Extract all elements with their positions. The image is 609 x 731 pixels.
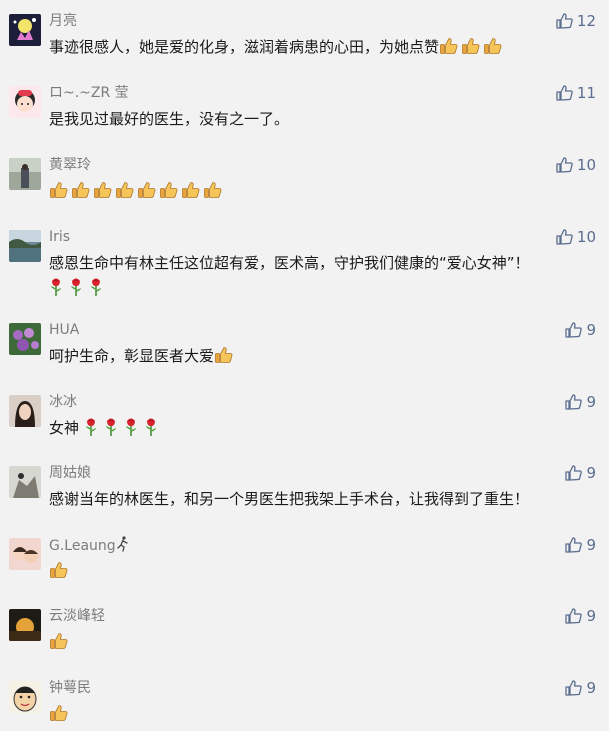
comment-text: 感恩生命中有林主任这位超有爱，医术高，守护我们健康的“爱心女神”！	[49, 251, 594, 305]
emoji-row	[49, 633, 71, 651]
like-button[interactable]: 11	[555, 84, 596, 102]
emoji-row	[49, 705, 71, 723]
avatar[interactable]	[9, 86, 41, 118]
commenter-name[interactable]: 云淡峰轻	[49, 607, 105, 625]
thumbs-up-emoji-icon	[49, 703, 69, 731]
like-button[interactable]: 9	[564, 464, 596, 482]
thumbs-up-icon	[556, 13, 573, 29]
like-count: 10	[576, 156, 596, 174]
like-button[interactable]: 9	[564, 679, 596, 697]
thumbs-up-emoji-icon	[71, 180, 91, 208]
commenter-name[interactable]: 钟萼民	[49, 679, 91, 697]
rose-emoji-icon	[84, 417, 98, 445]
comment-text	[49, 702, 594, 731]
emoji-row	[214, 347, 236, 365]
avatar[interactable]	[9, 609, 41, 641]
like-count: 9	[586, 321, 596, 339]
emoji-row	[84, 418, 164, 437]
like-count: 12	[576, 12, 596, 30]
avatar[interactable]	[9, 230, 41, 262]
comment-text-content: 女神	[49, 419, 80, 437]
like-button[interactable]: 9	[564, 607, 596, 625]
comment-text: 感谢当年的林医生，和另一个男医生把我架上手术台，让我得到了重生！	[49, 487, 594, 512]
avatar[interactable]	[9, 323, 41, 355]
thumbs-up-icon	[556, 157, 573, 173]
like-count: 9	[586, 679, 596, 697]
like-count: 9	[586, 393, 596, 411]
comment-text: 女神	[49, 416, 594, 445]
comment-text-content: 感谢当年的林医生，和另一个男医生把我架上手术台，让我得到了重生！	[49, 490, 530, 508]
thumbs-up-emoji-icon	[483, 36, 503, 64]
like-count: 9	[586, 607, 596, 625]
comment-text: 事迹很感人，她是爱的化身，滋润着病患的心田，为她点赞	[49, 35, 594, 64]
like-button[interactable]: 10	[555, 156, 596, 174]
thumbs-up-emoji-icon	[49, 560, 69, 588]
thumbs-up-icon	[565, 608, 583, 624]
comment-text-content: 呵护生命，彰显医者大爱	[49, 347, 215, 365]
emoji-row	[49, 278, 109, 297]
avatar[interactable]	[9, 538, 41, 570]
comment-text-content: 事迹很感人，她是爱的化身，滋润着病患的心田，为她点赞	[49, 38, 440, 56]
thumbs-up-emoji-icon	[203, 180, 223, 208]
comment-text: 是我见过最好的医生，没有之一了。	[49, 107, 594, 132]
emoji-row	[49, 182, 225, 200]
thumbs-up-emoji-icon	[181, 180, 201, 208]
thumbs-up-icon	[556, 229, 573, 245]
like-button[interactable]: 9	[564, 321, 596, 339]
like-count: 11	[576, 84, 596, 102]
thumbs-up-emoji-icon	[137, 180, 157, 208]
commenter-name-text: G.Leaung	[49, 538, 116, 554]
thumbs-up-icon	[565, 394, 583, 410]
like-button[interactable]: 9	[564, 393, 596, 411]
commenter-name[interactable]: HUA	[49, 321, 79, 339]
comment-text	[49, 179, 594, 208]
rose-emoji-icon	[89, 277, 103, 305]
commenter-name[interactable]: 冰冰	[49, 393, 77, 411]
like-button[interactable]: 10	[555, 228, 596, 246]
rose-emoji-icon	[104, 417, 118, 445]
thumbs-up-icon	[565, 537, 583, 553]
avatar[interactable]	[9, 466, 41, 498]
avatar[interactable]	[9, 681, 41, 713]
thumbs-up-icon	[556, 85, 573, 101]
thumbs-up-emoji-icon	[49, 631, 69, 659]
commenter-name[interactable]: G.Leaung	[49, 536, 129, 555]
runner-icon	[117, 536, 128, 552]
thumbs-up-emoji-icon	[49, 180, 69, 208]
thumbs-up-icon	[565, 322, 583, 338]
rose-emoji-icon	[124, 417, 138, 445]
commenter-name[interactable]: ロ~.~ZR 莹	[49, 84, 129, 102]
emoji-row	[439, 38, 505, 56]
comment-text	[49, 630, 594, 659]
thumbs-up-emoji-icon	[115, 180, 135, 208]
like-button[interactable]: 9	[564, 536, 596, 554]
comment-text-content: 感恩生命中有林主任这位超有爱，医术高，守护我们健康的“爱心女神”！	[49, 254, 530, 272]
emoji-row	[49, 562, 71, 580]
commenter-name[interactable]: 月亮	[49, 12, 77, 30]
like-count: 10	[576, 228, 596, 246]
rose-emoji-icon	[144, 417, 158, 445]
avatar[interactable]	[9, 158, 41, 190]
commenter-name[interactable]: 周姑娘	[49, 464, 91, 482]
thumbs-up-icon	[565, 465, 583, 481]
comment-text	[49, 559, 594, 588]
thumbs-up-emoji-icon	[93, 180, 113, 208]
rose-emoji-icon	[49, 277, 63, 305]
commenter-name[interactable]: 黄翠玲	[49, 156, 91, 174]
rose-emoji-icon	[69, 277, 83, 305]
thumbs-up-emoji-icon	[439, 36, 459, 64]
thumbs-up-emoji-icon	[214, 345, 234, 373]
commenter-name[interactable]: Iris	[49, 228, 70, 246]
like-count: 9	[586, 536, 596, 554]
avatar[interactable]	[9, 395, 41, 427]
thumbs-up-emoji-icon	[461, 36, 481, 64]
like-button[interactable]: 12	[555, 12, 596, 30]
like-count: 9	[586, 464, 596, 482]
comment-text: 呵护生命，彰显医者大爱	[49, 344, 594, 373]
comment-text-content: 是我见过最好的医生，没有之一了。	[49, 110, 290, 128]
thumbs-up-icon	[565, 680, 583, 696]
thumbs-up-emoji-icon	[159, 180, 179, 208]
avatar[interactable]	[9, 14, 41, 46]
